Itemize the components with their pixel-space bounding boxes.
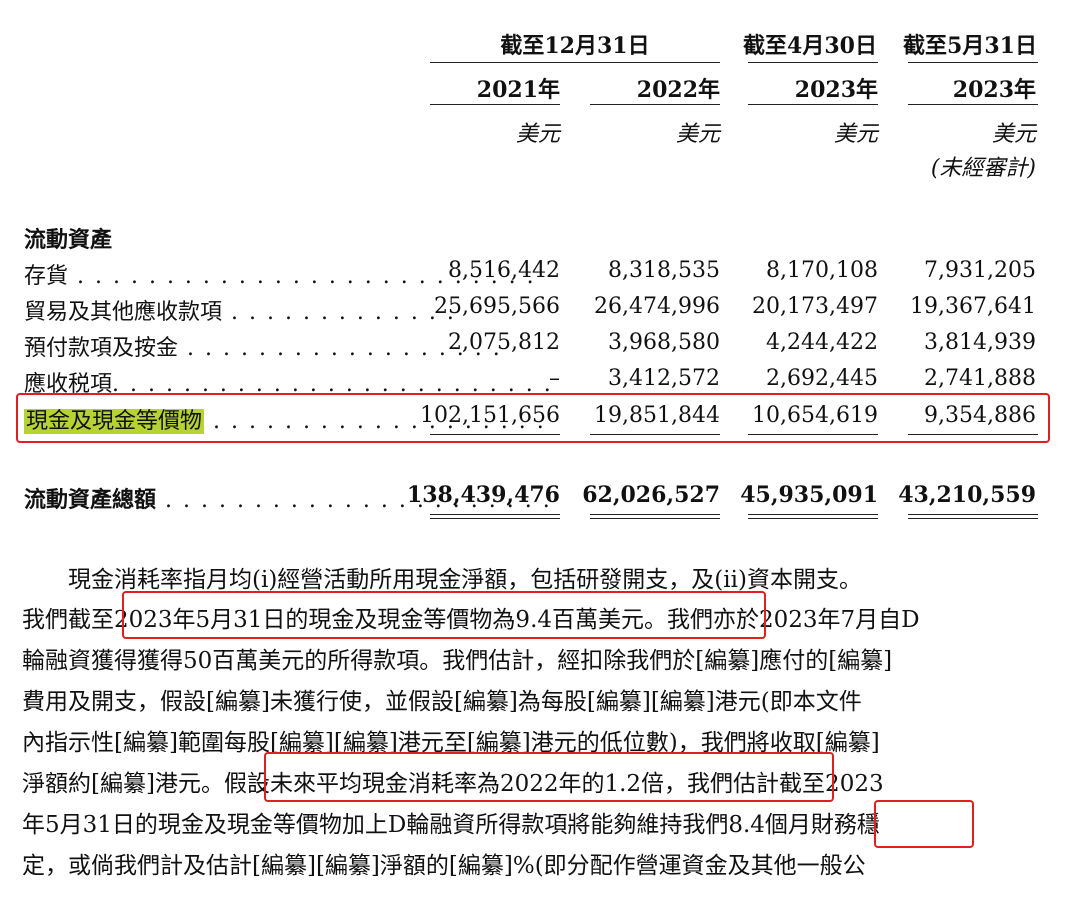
cell: 3,412,572 <box>608 366 720 391</box>
cell: 2,692,445 <box>766 366 878 391</box>
unaudited-note: (未經審計) <box>930 156 1036 181</box>
row-label: 貿易及其他應收款項 . . . . . . . . . . . . . <box>24 300 456 325</box>
total-rule <box>748 518 878 519</box>
year-rule <box>908 104 1038 105</box>
header-group-may31: 截至5月31日 <box>903 33 1037 59</box>
cell: 26,474,996 <box>594 294 720 319</box>
header-rule <box>430 62 720 63</box>
paragraph-line: 定，或倘我們計及估計[編纂][編纂]淨額的[編纂]%(即分配作營運資金及其他一般… <box>22 853 866 879</box>
cell: 8,170,108 <box>766 258 878 283</box>
total-rule <box>908 518 1038 519</box>
total-rule <box>590 514 720 515</box>
cell: 7,931,205 <box>924 258 1036 283</box>
header-group-apr30: 截至4月30日 <box>743 33 877 59</box>
cell: 20,173,497 <box>752 294 878 319</box>
cell: 8,318,535 <box>608 258 720 283</box>
cell: 19,367,641 <box>910 294 1036 319</box>
total-rule <box>908 514 1038 515</box>
total-rule <box>430 518 560 519</box>
total-cell: 138,439,476 <box>406 482 560 508</box>
year-2021: 2021年 <box>476 77 560 103</box>
year-rule <box>748 104 878 105</box>
annotation-box-cash-row <box>16 393 1050 443</box>
cell: 3,968,580 <box>608 330 720 355</box>
section-title: 流動資產 <box>24 227 113 253</box>
cell: 25,695,566 <box>434 294 560 319</box>
annotation-box-runway <box>874 800 974 848</box>
total-cell: 45,935,091 <box>740 482 878 508</box>
header-rule <box>908 62 1038 63</box>
annotation-box-burn-rate <box>264 752 834 802</box>
year-2022: 2022年 <box>636 77 720 103</box>
total-cell: 43,210,559 <box>898 482 1036 508</box>
cell: 2,741,888 <box>924 366 1036 391</box>
year-2023-may: 2023年 <box>952 77 1036 103</box>
cell: 8,516,442 <box>448 258 560 283</box>
paragraph-line: 費用及開支，假設[編纂]未獲行使，並假設[編纂]為每股[編纂][編纂]港元(即本… <box>22 689 862 715</box>
cell: 4,244,422 <box>766 330 878 355</box>
year-rule <box>430 104 560 105</box>
unit-usd: 美元 <box>833 122 878 147</box>
cell: 2,075,812 <box>448 330 560 355</box>
header-rule <box>748 62 878 63</box>
annotation-box-cash-statement <box>122 591 766 639</box>
total-rule <box>430 514 560 515</box>
header-group-dec31: 截至12月31日 <box>500 33 650 59</box>
total-rule <box>748 514 878 515</box>
paragraph-line: 輪融資獲得獲得50百萬美元的所得款項。我們估計，經扣除我們於[編纂]應付的[編纂… <box>22 648 893 674</box>
cell: – <box>549 366 560 391</box>
unit-usd: 美元 <box>675 122 720 147</box>
year-rule <box>590 104 720 105</box>
cell: 3,814,939 <box>924 330 1036 355</box>
total-cell: 62,026,527 <box>582 482 720 508</box>
paragraph-line: 現金消耗率指月均(i)經營活動所用現金淨額，包括研發開支，及(ii)資本開支。 <box>22 567 862 593</box>
year-2023-apr: 2023年 <box>794 77 878 103</box>
total-rule <box>590 518 720 519</box>
unit-usd: 美元 <box>991 122 1036 147</box>
unit-usd: 美元 <box>515 122 560 147</box>
